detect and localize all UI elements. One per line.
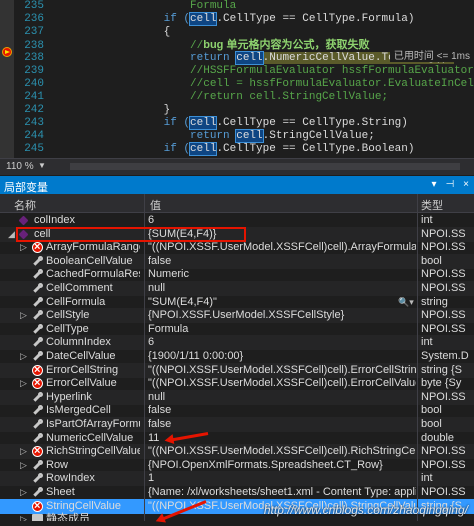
property-icon (32, 296, 43, 308)
locals-grid-header: 名称 值 类型 (0, 194, 474, 213)
locals-window-title: 局部变量 (4, 182, 48, 194)
column-separator (144, 512, 145, 521)
editor-status-bar: 110 % ▼ (0, 158, 474, 175)
property-icon (32, 405, 43, 416)
breakpoint-margin[interactable] (0, 0, 14, 158)
watermark: http://www.cnblogs.com/zhaoqingqing/ (263, 503, 468, 517)
column-divider[interactable] (144, 194, 145, 212)
property-icon (32, 351, 43, 362)
header-value[interactable]: 值 (150, 197, 161, 213)
horizontal-scrollbar[interactable] (70, 163, 460, 170)
property-icon (32, 459, 43, 471)
line-number: 245 (24, 143, 44, 155)
static-members-icon (32, 514, 43, 521)
pin-icon[interactable]: ⊣ (444, 179, 456, 191)
zoom-level[interactable]: 110 % (6, 161, 34, 172)
property-icon (32, 473, 43, 484)
code-token: cell (189, 142, 218, 156)
property-icon (32, 255, 43, 267)
error-icon (32, 363, 43, 378)
window-menu-icon[interactable]: ▾ (428, 179, 440, 191)
field-icon (18, 215, 29, 226)
code-token: if ( (58, 143, 191, 155)
column-divider[interactable] (417, 194, 418, 212)
error-icon (32, 444, 43, 459)
annotation-box-cell (16, 227, 246, 242)
header-name[interactable]: 名称 (14, 197, 36, 213)
property-icon (32, 419, 43, 430)
variable-name: 静态成员 (46, 513, 90, 521)
code-line[interactable]: 245 if (cell.CellType == CellType.Boolea… (14, 141, 474, 157)
property-icon (32, 323, 43, 335)
property-icon (32, 337, 43, 348)
error-icon (32, 499, 43, 514)
close-icon[interactable]: × (460, 179, 472, 191)
expand-arrow-icon[interactable]: ▷ (20, 512, 30, 521)
locals-grid-rows: colIndex6int◢cell{SUM(E4,F4)}NPOI.SS▷Arr… (0, 213, 474, 521)
elapsed-time-tip: 已用时间 <= 1ms (389, 47, 470, 62)
code-token: .CellType == CellType.Boolean) (216, 143, 415, 155)
error-icon (32, 240, 43, 255)
property-icon (32, 391, 43, 403)
property-icon (32, 283, 43, 294)
breakpoint-current-statement-icon[interactable] (2, 47, 12, 57)
property-icon (32, 432, 43, 444)
header-type[interactable]: 类型 (421, 197, 443, 213)
property-icon (32, 269, 43, 280)
code-editor[interactable]: 235 Formula 236 if (cell.CellType == Cell… (0, 0, 474, 158)
property-icon (32, 487, 43, 498)
error-icon (32, 376, 43, 391)
locals-window-titlebar[interactable]: 局部变量 ▾ ⊣ × (0, 176, 474, 194)
zoom-dropdown-icon[interactable]: ▼ (38, 161, 46, 170)
property-icon (32, 310, 43, 321)
